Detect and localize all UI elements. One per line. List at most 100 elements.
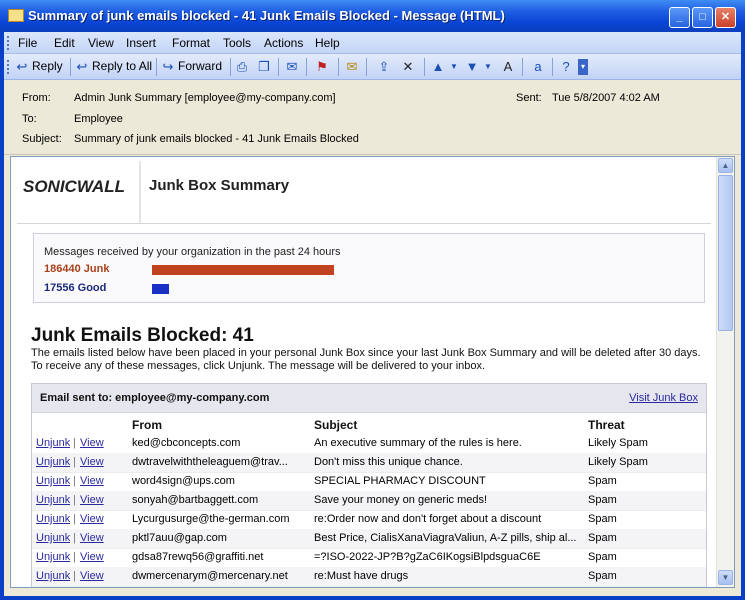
unjunk-link[interactable]: Unjunk (36, 532, 70, 544)
move-to-folder-icon[interactable]: ⇪ (376, 59, 392, 75)
unjunk-link[interactable]: Unjunk (36, 475, 70, 487)
copy-icon[interactable]: ❐ (256, 59, 272, 75)
previous-dropdown-icon[interactable]: ▼ (446, 59, 462, 75)
close-button[interactable]: ✕ (715, 7, 736, 28)
menu-grip[interactable] (7, 36, 12, 50)
menu-file[interactable]: File (18, 36, 37, 50)
toolbar-separator (156, 58, 157, 76)
print-icon[interactable]: ⎙ (234, 59, 250, 75)
scroll-thumb[interactable] (718, 175, 733, 331)
previous-item-icon[interactable]: ▲ (430, 59, 446, 75)
row-threat: Spam (588, 513, 617, 525)
row-from: dwmercenarym@mercenary.net (132, 570, 288, 582)
row-from: sonyah@bartbaggett.com (132, 494, 259, 506)
unjunk-link[interactable]: Unjunk (36, 456, 70, 468)
view-link[interactable]: View (80, 551, 104, 563)
sent-value: Tue 5/8/2007 4:02 AM (552, 92, 660, 104)
view-link[interactable]: View (80, 475, 104, 487)
row-subject: re:Must have drugs (314, 570, 409, 582)
stats-box: Messages received by your organization i… (33, 233, 705, 303)
font-size-icon[interactable]: A (500, 59, 516, 75)
to-label: To: (22, 113, 37, 125)
menu-format[interactable]: Format (172, 36, 210, 50)
to-value[interactable]: Employee (74, 113, 123, 125)
unjunk-link[interactable]: Unjunk (36, 437, 70, 449)
html-content: SONICWALL Junk Box Summary Messages rece… (11, 157, 717, 587)
menu-view[interactable]: View (88, 36, 114, 50)
row-from: pktl7auu@gap.com (132, 532, 227, 544)
description-line-1: The emails listed below have been placed… (31, 347, 701, 359)
help-icon[interactable]: ? (558, 59, 574, 75)
row-subject: An executive summary of the rules is her… (314, 437, 522, 449)
view-link[interactable]: View (80, 456, 104, 468)
reply-all-icon: ↩ (76, 59, 88, 74)
menu-help[interactable]: Help (315, 36, 340, 50)
toolbar-separator (552, 58, 553, 76)
reply-button[interactable]: Reply (32, 59, 63, 75)
maximize-button[interactable]: □ (692, 7, 713, 28)
junk-email-table: Email sent to: employee@my-company.com V… (31, 383, 707, 587)
next-dropdown-icon[interactable]: ▼ (480, 59, 496, 75)
view-link[interactable]: View (80, 513, 104, 525)
row-threat: Spam (588, 570, 617, 582)
view-link[interactable]: View (80, 437, 104, 449)
view-link[interactable]: View (80, 570, 104, 582)
action-separator: | (73, 437, 76, 449)
toolbar-separator (522, 58, 523, 76)
from-label: From: (22, 92, 51, 104)
view-link[interactable]: View (80, 532, 104, 544)
table-row: Unjunk | View pktl7auu@gap.com Best Price, C… (32, 529, 706, 549)
good-count-label: 17556 Good (44, 282, 107, 294)
visit-junk-box-link[interactable]: Visit Junk Box (629, 392, 698, 404)
toolbar-separator (366, 58, 367, 76)
vertical-scrollbar[interactable]: ▲ ▼ (716, 157, 734, 587)
message-headers: From: Admin Junk Summary [employee@my-co… (4, 80, 741, 155)
scroll-down-button[interactable]: ▼ (718, 570, 733, 585)
row-subject: Save your money on generic meds! (314, 494, 488, 506)
menu-actions[interactable]: Actions (264, 36, 303, 50)
junk-count-label: 186440 Junk (44, 263, 110, 275)
delete-icon[interactable]: ✕ (400, 59, 416, 75)
stats-caption: Messages received by your organization i… (44, 246, 341, 258)
table-row: Unjunk | View dwmercenarym@mercenary.net re:… (32, 567, 706, 587)
row-threat: Likely Spam (588, 437, 648, 449)
next-item-icon[interactable]: ▼ (464, 59, 480, 75)
row-subject: re:Order now and don't forget about a di… (314, 513, 542, 525)
forward-button[interactable]: Forward (178, 59, 222, 75)
scroll-up-button[interactable]: ▲ (718, 158, 733, 173)
message-window: Summary of junk emails blocked - 41 Junk… (0, 0, 745, 600)
subject-value: Summary of junk emails blocked - 41 Junk… (74, 133, 359, 145)
view-link[interactable]: View (80, 494, 104, 506)
column-subject: Subject (314, 418, 358, 432)
header-divider (139, 161, 141, 223)
menu-bar: File Edit View Insert Format Tools Actio… (4, 32, 741, 54)
from-value[interactable]: Admin Junk Summary [employee@my-company.… (74, 92, 336, 104)
toolbar-grip[interactable] (7, 60, 12, 74)
forward-icon: ↪ (162, 59, 174, 74)
unjunk-link[interactable]: Unjunk (36, 513, 70, 525)
action-separator: | (73, 570, 76, 582)
row-from: dwtravelwiththeleaguem@trav... (132, 456, 288, 468)
menu-insert[interactable]: Insert (126, 36, 156, 50)
unjunk-link[interactable]: Unjunk (36, 551, 70, 563)
reply-all-button[interactable]: Reply to All (92, 59, 152, 75)
menu-tools[interactable]: Tools (223, 36, 251, 50)
unjunk-link[interactable]: Unjunk (36, 494, 70, 506)
row-subject: SPECIAL PHARMACY DISCOUNT (314, 475, 486, 487)
flag-icon[interactable]: ⚑ (314, 59, 330, 75)
menu-edit[interactable]: Edit (54, 36, 75, 50)
title-bar[interactable]: Summary of junk emails blocked - 41 Junk… (0, 0, 745, 32)
row-subject: Best Price, CialisXanaViagraValiun, A-Z … (314, 532, 577, 544)
encoding-icon[interactable]: a (530, 59, 546, 75)
junk-mail-icon[interactable]: ✉ (284, 59, 300, 75)
window-title: Summary of junk emails blocked - 41 Junk… (28, 8, 505, 23)
toolbar-separator (306, 58, 307, 76)
description-line-2: To receive any of these messages, click … (31, 360, 486, 372)
unjunk-link[interactable]: Unjunk (36, 570, 70, 582)
action-separator: | (73, 532, 76, 544)
open-folder-icon[interactable]: ✉ (344, 59, 360, 75)
column-from: From (132, 418, 162, 432)
minimize-button[interactable]: _ (669, 7, 690, 28)
toolbar-options-icon[interactable]: ▾ (578, 59, 588, 75)
row-from: Lycurgusurge@the-german.com (132, 513, 290, 525)
